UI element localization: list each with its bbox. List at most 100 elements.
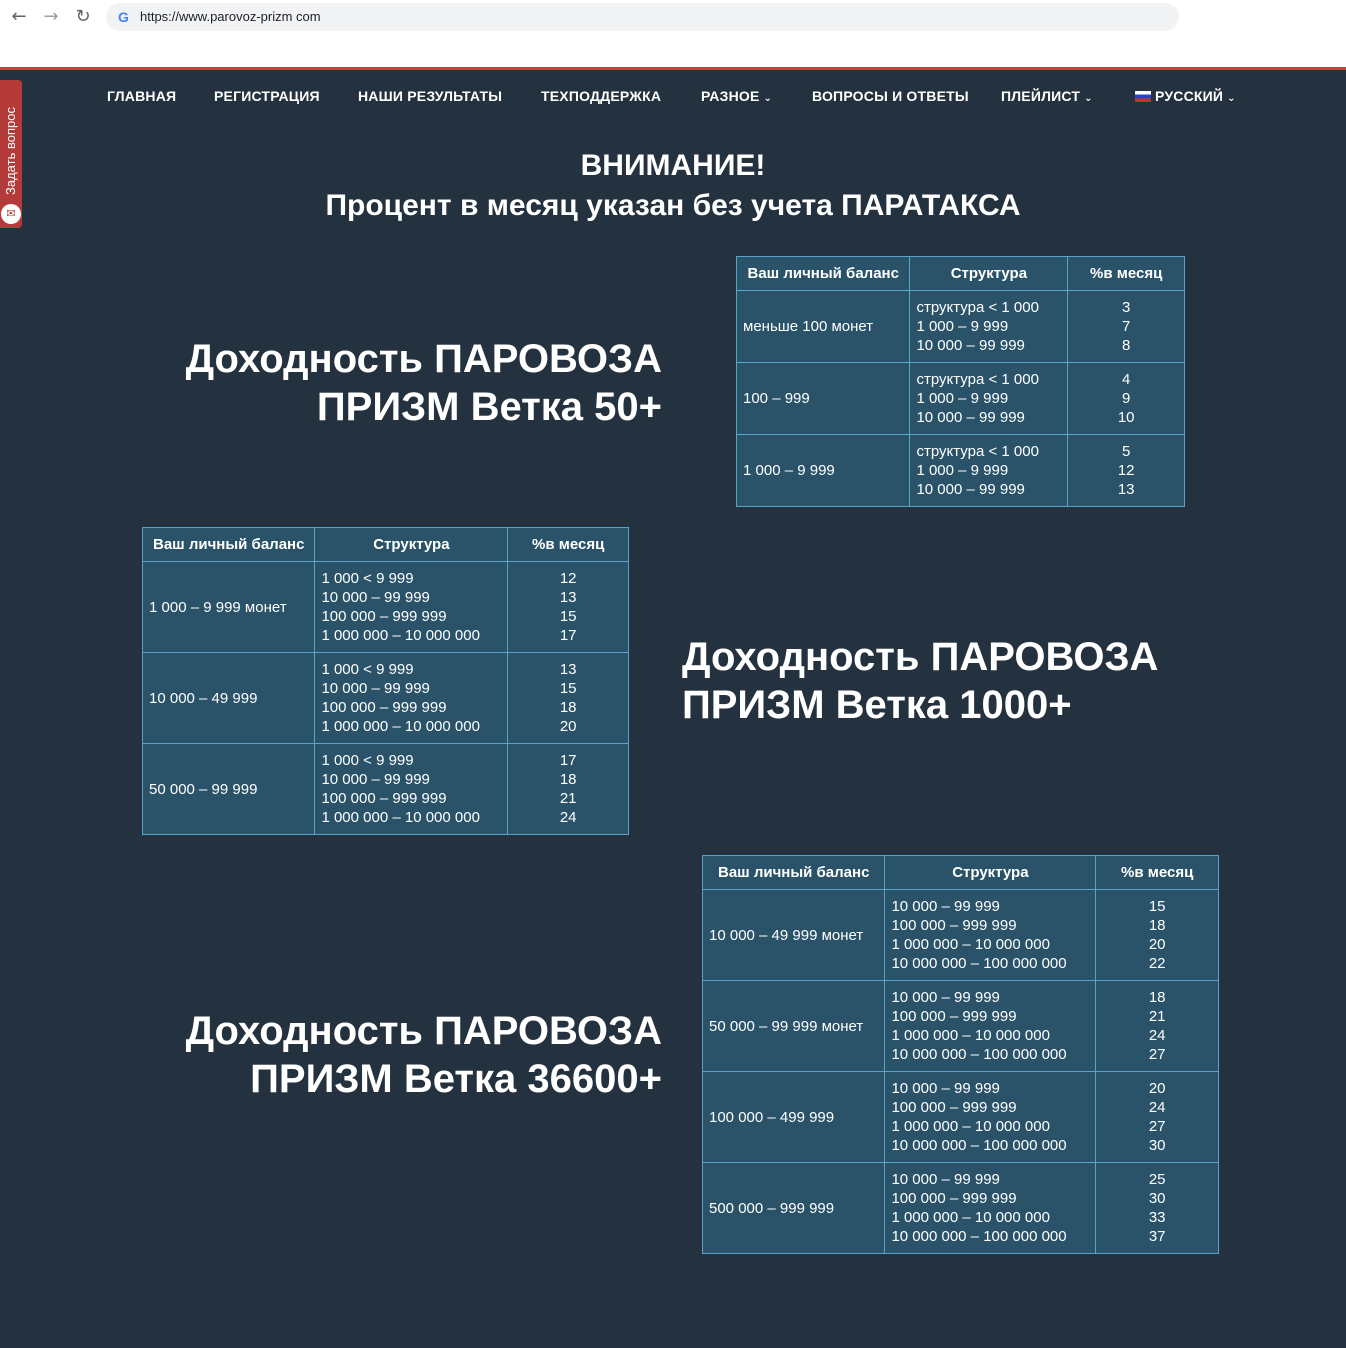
structure-cell: 1 000 < 9 999 10 000 – 99 999 100 000 – … <box>314 652 509 744</box>
structure-cell: структура < 1 000 1 000 – 9 999 10 000 –… <box>909 362 1069 435</box>
structure-cell: структура < 1 000 1 000 – 9 999 10 000 –… <box>909 290 1069 363</box>
block-title-line1: Доходность ПАРОВОЗА <box>185 1009 662 1053</box>
reload-icon[interactable]: ↻ <box>72 6 94 28</box>
nav-item-misc[interactable]: РАЗНОЕ ⌄ <box>701 88 772 104</box>
nav-item-results[interactable]: НАШИ РЕЗУЛЬТАТЫ <box>358 88 502 104</box>
percent-value: 13 <box>559 589 577 606</box>
structure-line: 10 000 – 99 999 <box>916 481 1025 498</box>
nav-item-home[interactable]: ГЛАВНАЯ <box>107 88 176 104</box>
structure-line: 100 000 – 999 999 <box>891 1190 1017 1207</box>
percent-value: 3 <box>1121 299 1131 316</box>
table-row: 50 000 – 99 999 монет 10 000 – 99 999 10… <box>701 980 1219 1072</box>
attention-title: ВНИМАНИЕ! <box>580 149 766 182</box>
percent-value: 9 <box>1121 390 1131 407</box>
balance-cell: меньше 100 монет <box>735 290 911 363</box>
percent-value: 24 <box>1148 1027 1166 1044</box>
structure-line: 1 000 000 – 10 000 000 <box>891 936 1050 953</box>
structure-line: 1 000 000 – 10 000 000 <box>321 809 480 826</box>
balance-cell: 10 000 – 49 999 <box>141 652 316 744</box>
chevron-down-icon: ⌄ <box>1084 93 1093 104</box>
percent-value: 4 <box>1121 371 1131 388</box>
percent-cell: 12 13 15 17 <box>507 561 629 653</box>
structure-line: 100 000 – 999 999 <box>891 1099 1017 1116</box>
header-structure: Структура <box>314 527 509 562</box>
structure-line: 10 000 000 – 100 000 000 <box>891 1046 1067 1063</box>
income-table-1000: Ваш личный баланс Структура %в месяц 1 0… <box>141 527 629 835</box>
balance-cell: 1 000 – 9 999 <box>735 434 911 507</box>
nav-item-support[interactable]: ТЕХПОДДЕРЖКА <box>541 88 661 104</box>
address-bar[interactable]: G https://www.parovoz-prizm com <box>106 3 1179 31</box>
header-balance: Ваш личный баланс <box>701 855 886 890</box>
balance-cell: 100 – 999 <box>735 362 911 435</box>
structure-cell: 1 000 < 9 999 10 000 – 99 999 100 000 – … <box>314 743 509 835</box>
percent-cell: 5 12 13 <box>1067 434 1185 507</box>
percent-cell: 25 30 33 37 <box>1095 1162 1219 1254</box>
income-table-50: Ваш личный баланс Структура %в месяц мен… <box>735 256 1185 507</box>
url-text[interactable]: https://www.parovoz-prizm com <box>140 9 321 25</box>
table-row: 50 000 – 99 999 1 000 < 9 999 10 000 – 9… <box>141 743 629 835</box>
forward-arrow-icon[interactable]: → <box>40 6 62 28</box>
structure-line: 10 000 000 – 100 000 000 <box>891 1137 1067 1154</box>
percent-value: 5 <box>1121 443 1131 460</box>
table-row: 1 000 – 9 999 монет 1 000 < 9 999 10 000… <box>141 561 629 653</box>
balance-cell: 100 000 – 499 999 <box>701 1071 886 1163</box>
nav-item-playlist[interactable]: ПЛЕЙЛИСТ ⌄ <box>1001 88 1093 104</box>
percent-value: 15 <box>559 608 577 625</box>
structure-line: 1 000 – 9 999 <box>916 462 1009 479</box>
table-row: 100 000 – 499 999 10 000 – 99 999 100 00… <box>701 1071 1219 1163</box>
percent-value: 24 <box>1148 1099 1166 1116</box>
structure-line: 10 000 000 – 100 000 000 <box>891 955 1067 972</box>
attention-subtitle: Процент в месяц указан без учета ПАРАТАК… <box>325 189 1021 222</box>
nav-item-playlist-label: ПЛЕЙЛИСТ <box>1001 88 1081 104</box>
nav-item-registration[interactable]: РЕГИСТРАЦИЯ <box>214 88 320 104</box>
attention-notice: ВНИМАНИЕ! Процент в месяц указан без уче… <box>0 146 1346 226</box>
structure-line: 1 000 < 9 999 <box>321 661 414 678</box>
header-balance: Ваш личный баланс <box>735 256 911 291</box>
structure-line: 1 000 000 – 10 000 000 <box>321 718 480 735</box>
percent-cell: 20 24 27 30 <box>1095 1071 1219 1163</box>
browser-toolbar: ← → ↻ G https://www.parovoz-prizm com <box>0 0 1346 67</box>
percent-value: 18 <box>559 771 577 788</box>
nav-item-faq[interactable]: ВОПРОСЫ И ОТВЕТЫ <box>812 88 969 104</box>
table-row: меньше 100 монет структура < 1 000 1 000… <box>735 290 1185 363</box>
structure-line: 100 000 – 999 999 <box>321 699 447 716</box>
percent-value: 30 <box>1148 1137 1166 1154</box>
block-title-line2: ПРИЗМ Ветка 50+ <box>316 385 662 429</box>
structure-line: 1 000 000 – 10 000 000 <box>891 1118 1050 1135</box>
structure-cell: 10 000 – 99 999 100 000 – 999 999 1 000 … <box>884 1162 1097 1254</box>
percent-cell: 13 15 18 20 <box>507 652 629 744</box>
balance-cell: 500 000 – 999 999 <box>701 1162 886 1254</box>
percent-value: 18 <box>559 699 577 716</box>
header-percent: %в месяц <box>507 527 629 562</box>
chevron-down-icon: ⌄ <box>763 93 773 104</box>
structure-cell: 10 000 – 99 999 100 000 – 999 999 1 000 … <box>884 980 1097 1072</box>
percent-value: 25 <box>1148 1171 1166 1188</box>
structure-cell: 10 000 – 99 999 100 000 – 999 999 1 000 … <box>884 1071 1097 1163</box>
income-table-36600: Ваш личный баланс Структура %в месяц 10 … <box>701 855 1219 1254</box>
structure-line: 10 000 – 99 999 <box>916 337 1025 354</box>
percent-value: 15 <box>1148 898 1166 915</box>
back-arrow-icon[interactable]: ← <box>8 6 30 28</box>
percent-value: 12 <box>1117 462 1135 479</box>
header-percent: %в месяц <box>1095 855 1219 890</box>
block-title-1000: Доходность ПАРОВОЗА ПРИЗМ Ветка 1000+ <box>682 633 1158 729</box>
balance-cell: 50 000 – 99 999 <box>141 743 316 835</box>
structure-line: 1 000 < 9 999 <box>321 570 414 587</box>
table-row: 500 000 – 999 999 10 000 – 99 999 100 00… <box>701 1162 1219 1254</box>
balance-cell: 1 000 – 9 999 монет <box>141 561 316 653</box>
percent-value: 15 <box>559 680 577 697</box>
percent-value: 21 <box>1148 1008 1166 1025</box>
google-icon: G <box>118 9 129 25</box>
header-structure: Структура <box>909 256 1069 291</box>
structure-line: 100 000 – 999 999 <box>321 790 447 807</box>
table-row: 1 000 – 9 999 структура < 1 000 1 000 – … <box>735 434 1185 507</box>
nav-item-language-label: РУССКИЙ <box>1155 88 1224 104</box>
percent-value: 37 <box>1148 1228 1166 1245</box>
percent-value: 17 <box>559 752 577 769</box>
percent-value: 18 <box>1148 989 1166 1006</box>
russia-flag-icon <box>1135 91 1151 102</box>
table-header-row: Ваш личный баланс Структура %в месяц <box>701 855 1219 890</box>
percent-value: 27 <box>1148 1046 1166 1063</box>
structure-line: 10 000 – 99 999 <box>321 589 430 606</box>
nav-item-language[interactable]: РУССКИЙ ⌄ <box>1135 88 1236 104</box>
